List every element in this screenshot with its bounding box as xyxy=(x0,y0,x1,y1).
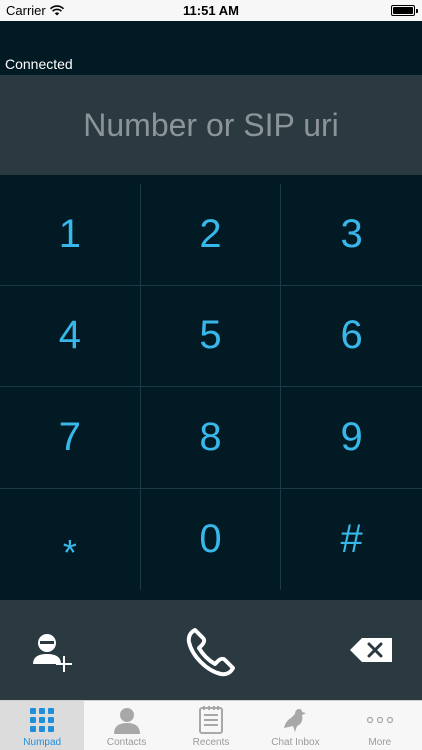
key-7[interactable]: 7 xyxy=(0,387,141,489)
key-3[interactable]: 3 xyxy=(281,184,422,286)
key-1[interactable]: 1 xyxy=(0,184,141,286)
dial-keypad: 1 2 3 4 5 6 7 8 9 * 0 # xyxy=(0,184,422,590)
add-contact-icon xyxy=(33,634,72,672)
key-label: 8 xyxy=(199,414,222,459)
tab-bar: Numpad Contacts Recents Chat Inbox More xyxy=(0,700,422,750)
key-0[interactable]: 0 xyxy=(141,488,282,590)
tab-label: Numpad xyxy=(23,737,62,748)
connection-status: Connected xyxy=(5,56,73,72)
key-label: 6 xyxy=(340,313,363,358)
tab-chat-inbox[interactable]: Chat Inbox xyxy=(253,701,337,750)
ellipsis-icon xyxy=(365,705,395,735)
key-label: 3 xyxy=(340,211,363,256)
battery-icon xyxy=(391,5,418,16)
tab-label: More xyxy=(368,737,392,748)
key-4[interactable]: 4 xyxy=(0,285,141,387)
list-icon xyxy=(196,705,226,735)
key-label: 4 xyxy=(58,313,81,358)
tab-label: Recents xyxy=(192,737,230,748)
key-label: 0 xyxy=(199,516,222,561)
tab-label: Chat Inbox xyxy=(271,737,320,748)
bird-icon xyxy=(280,705,310,735)
backspace-button[interactable] xyxy=(348,636,394,664)
key-label: 1 xyxy=(58,211,81,256)
action-bar xyxy=(0,600,422,700)
key-label: 9 xyxy=(340,414,363,459)
key-label: 2 xyxy=(199,211,222,256)
person-icon xyxy=(112,705,142,735)
phone-icon xyxy=(186,628,235,677)
key-8[interactable]: 8 xyxy=(140,387,282,489)
status-bar: Carrier 11:51 AM xyxy=(0,0,422,21)
key-label: # xyxy=(340,516,363,561)
key-label: 7 xyxy=(58,414,81,459)
number-input[interactable] xyxy=(0,75,422,175)
grid-icon xyxy=(27,705,57,735)
key-label: 5 xyxy=(199,313,222,358)
tab-recents[interactable]: Recents xyxy=(169,701,253,750)
key-star[interactable]: * xyxy=(0,488,141,590)
key-6[interactable]: 6 xyxy=(281,286,422,387)
key-label: * xyxy=(62,532,77,574)
key-hash[interactable]: # xyxy=(281,489,422,591)
number-field[interactable] xyxy=(0,75,422,175)
key-2[interactable]: 2 xyxy=(140,184,282,286)
backspace-icon xyxy=(350,638,392,662)
tab-more[interactable]: More xyxy=(338,701,422,750)
tab-label: Contacts xyxy=(106,737,147,748)
tab-numpad[interactable]: Numpad xyxy=(0,701,85,750)
key-9[interactable]: 9 xyxy=(281,387,422,489)
key-5[interactable]: 5 xyxy=(140,285,282,387)
call-button[interactable] xyxy=(183,624,239,680)
add-contact-button[interactable] xyxy=(30,630,76,676)
clock: 11:51 AM xyxy=(183,3,239,18)
tab-contacts[interactable]: Contacts xyxy=(84,701,168,750)
